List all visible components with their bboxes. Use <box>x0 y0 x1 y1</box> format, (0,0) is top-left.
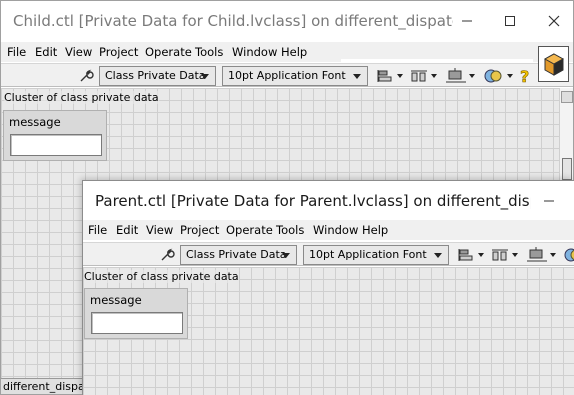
parent-window[interactable]: Parent.ctl [Private Data for Parent.lvcl… <box>82 180 574 395</box>
message-label: message <box>9 115 61 129</box>
scroll-up-arrow[interactable] <box>561 91 573 103</box>
minimize-button[interactable] <box>447 1 487 41</box>
menu-view[interactable]: View <box>146 223 173 237</box>
menu-tools[interactable]: Tools <box>276 223 304 237</box>
class-private-data-dropdown[interactable]: Class Private Data <box>99 66 216 86</box>
cluster-caption: Cluster of class private data <box>4 91 159 104</box>
menu-file[interactable]: File <box>7 45 26 59</box>
message-string-control[interactable] <box>10 134 102 156</box>
menu-help[interactable]: Help <box>362 223 388 237</box>
menu-edit[interactable]: Edit <box>116 223 138 237</box>
child-title-bar[interactable]: Child.ctl [Private Data for Child.lvclas… <box>1 1 573 41</box>
parent-front-panel[interactable]: Cluster of class private data message <box>83 267 574 395</box>
menu-edit[interactable]: Edit <box>35 45 57 59</box>
align-objects-icon[interactable] <box>375 66 405 86</box>
parent-window-title: Parent.ctl [Private Data for Parent.lvcl… <box>95 192 531 210</box>
message-string-control[interactable] <box>91 312 183 334</box>
class-dropdown-value: Class Private Data <box>105 69 206 82</box>
close-button[interactable] <box>534 1 573 41</box>
font-dropdown-value: 10pt Application Font <box>228 69 346 82</box>
help-icon[interactable]: ? <box>518 66 536 86</box>
resize-objects-icon[interactable] <box>526 245 556 265</box>
scroll-thumb[interactable] <box>562 158 572 180</box>
menu-operate[interactable]: Operate <box>226 223 273 237</box>
minimize-icon <box>462 20 472 22</box>
resize-objects-icon[interactable] <box>445 66 475 86</box>
message-cluster[interactable]: message <box>84 288 188 339</box>
wrench-icon[interactable] <box>159 245 177 265</box>
menu-help[interactable]: Help <box>281 45 307 59</box>
menu-window[interactable]: Window <box>313 223 358 237</box>
class-dropdown-value: Class Private Data <box>186 248 287 261</box>
chevron-down-icon <box>434 253 442 258</box>
chevron-down-icon <box>353 74 361 79</box>
parent-toolbar: Class Private Data 10pt Application Font <box>83 242 574 266</box>
close-icon <box>548 15 560 27</box>
minimize-button[interactable] <box>529 181 569 221</box>
menu-separator <box>341 59 533 62</box>
distribute-objects-icon[interactable] <box>490 245 520 265</box>
vi-icon[interactable] <box>538 46 569 82</box>
font-dropdown[interactable]: 10pt Application Font <box>303 245 449 265</box>
menu-operate[interactable]: Operate <box>145 45 192 59</box>
font-dropdown-value: 10pt Application Font <box>309 248 427 261</box>
reorder-icon[interactable] <box>483 66 513 86</box>
status-bar: different_dispat <box>1 378 83 394</box>
menu-window[interactable]: Window <box>232 45 277 59</box>
svg-text:?: ? <box>520 67 529 85</box>
font-dropdown[interactable]: 10pt Application Font <box>222 66 368 86</box>
menu-file[interactable]: File <box>88 223 107 237</box>
child-window-title: Child.ctl [Private Data for Child.lvclas… <box>13 12 453 30</box>
minimize-icon <box>544 200 554 202</box>
menu-project[interactable]: Project <box>180 223 219 237</box>
parent-menu-bar: File Edit View Project Operate Tools Win… <box>83 220 574 240</box>
maximize-icon <box>505 16 515 26</box>
child-toolbar: Class Private Data 10pt Application Font… <box>1 63 573 87</box>
reorder-icon[interactable] <box>563 245 574 265</box>
wrench-icon[interactable] <box>78 66 96 86</box>
align-objects-icon[interactable] <box>456 245 486 265</box>
menu-view[interactable]: View <box>65 45 92 59</box>
message-label: message <box>90 293 142 307</box>
maximize-button[interactable] <box>490 1 530 41</box>
chevron-down-icon <box>201 74 209 79</box>
menu-project[interactable]: Project <box>99 45 138 59</box>
chevron-down-icon <box>282 253 290 258</box>
menu-tools[interactable]: Tools <box>195 45 223 59</box>
distribute-objects-icon[interactable] <box>409 66 439 86</box>
parent-title-bar[interactable]: Parent.ctl [Private Data for Parent.lvcl… <box>83 181 574 221</box>
message-cluster[interactable]: message <box>3 110 107 161</box>
class-private-data-dropdown[interactable]: Class Private Data <box>180 245 297 265</box>
cluster-caption: Cluster of class private data <box>84 270 239 283</box>
